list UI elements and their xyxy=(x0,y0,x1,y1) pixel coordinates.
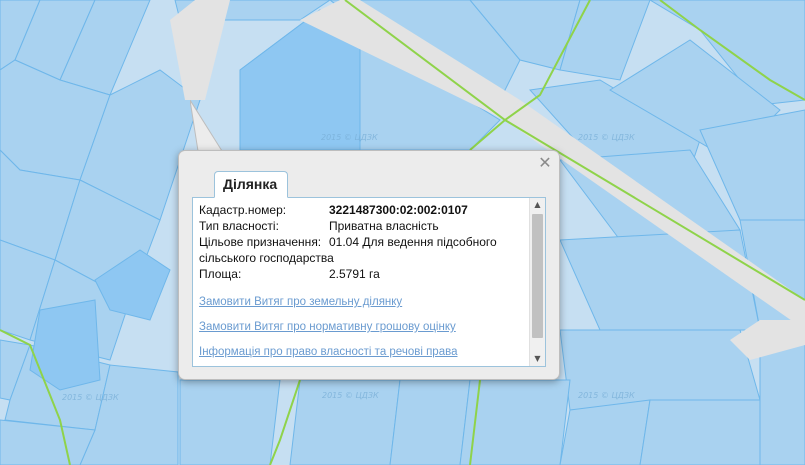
purpose-row: Цільове призначення: 01.04 Для ведення п… xyxy=(199,234,529,250)
area-value: 2.5791 га xyxy=(329,267,380,281)
scrollbar-thumb[interactable] xyxy=(532,214,543,338)
watermark-text: 2015 © ЦДЗК xyxy=(578,391,635,400)
ownership-value: Приватна власність xyxy=(329,219,439,233)
order-parcel-extract-link[interactable]: Замовити Витяг про земельну ділянку xyxy=(199,296,529,308)
close-icon[interactable]: ✕ xyxy=(537,155,553,171)
area-label: Площа: xyxy=(199,267,242,281)
watermark-text: 2015 © ЦДЗК xyxy=(578,133,635,142)
ownership-label: Тип власності: xyxy=(199,219,279,233)
cadastral-value: 3221487300:02:002:0107 xyxy=(329,203,468,217)
scroll-up-icon[interactable]: ▲ xyxy=(530,198,545,212)
ownership-info-link[interactable]: Інформація про право власності та речові… xyxy=(199,346,529,358)
parcel-info-popup: ✕ Ділянка Кадастр.номер: 3221487300:02:0… xyxy=(178,150,560,380)
popup-pointer xyxy=(190,100,223,152)
popup-content: Кадастр.номер: 3221487300:02:002:0107 Ти… xyxy=(192,197,546,367)
tab-parcel[interactable]: Ділянка xyxy=(214,171,289,198)
order-valuation-extract-link[interactable]: Замовити Витяг про нормативну грошову оц… xyxy=(199,321,529,333)
watermark-text: 2015 © ЦДЗК xyxy=(321,133,378,142)
purpose-value: 01.04 Для ведення підсобного xyxy=(329,235,497,249)
scroll-down-icon[interactable]: ▼ xyxy=(530,352,545,366)
ownership-row: Тип власності: Приватна власність xyxy=(199,218,529,234)
purpose-row-continued: сільського господарства xyxy=(199,250,529,266)
area-row: Площа: 2.5791 га xyxy=(199,266,529,282)
watermark-text: 2015 © ЦДЗК xyxy=(322,391,379,400)
cadastral-row: Кадастр.номер: 3221487300:02:002:0107 xyxy=(199,202,529,218)
watermark-text: 2015 © ЦДЗК xyxy=(62,393,119,402)
cadastral-label: Кадастр.номер: xyxy=(199,203,287,217)
purpose-label: Цільове призначення: xyxy=(199,235,322,249)
popup-scrollbar[interactable]: ▲ ▼ xyxy=(529,198,545,366)
purpose-value-continued: сільського господарства xyxy=(199,251,334,265)
